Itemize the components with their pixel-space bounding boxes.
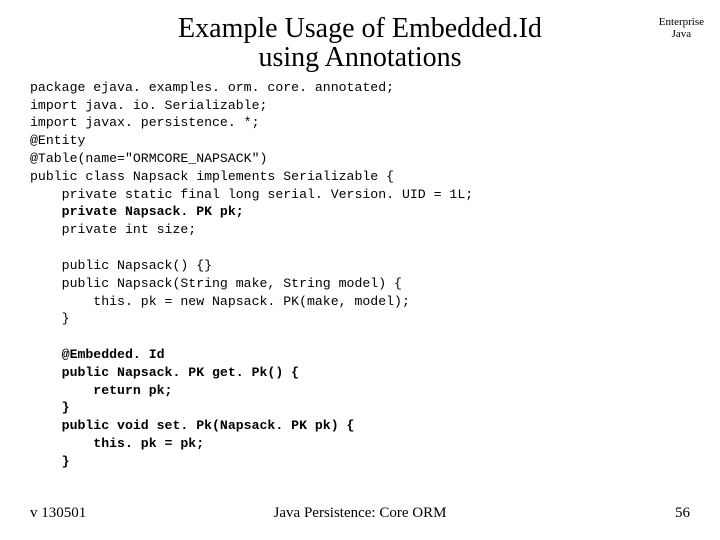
code-line: public Napsack(String make, String model… [30,276,402,291]
code-line: public Napsack() {} [30,258,212,273]
code-line: public Napsack. PK get. Pk() { [30,365,299,380]
code-line: import java. io. Serializable; [30,98,267,113]
page-title: Example Usage of Embedded.Id using Annot… [30,14,690,73]
code-line: this. pk = new Napsack. PK(make, model); [30,294,410,309]
code-line: private int size; [30,222,196,237]
code-line: public void set. Pk(Napsack. PK pk) { [30,418,354,433]
code-line: this. pk = pk; [30,436,204,451]
footer-version: v 130501 [30,505,86,522]
code-line: private Napsack. PK pk; [30,204,244,219]
title-line1: Example Usage of Embedded.Id [178,13,542,44]
code-line: import javax. persistence. *; [30,115,260,130]
code-line: package ejava. examples. orm. core. anno… [30,80,394,95]
page-number: 56 [675,505,690,522]
code-line: } [30,311,70,326]
code-block: package ejava. examples. orm. core. anno… [30,79,690,471]
code-line: private static final long serial. Versio… [30,187,473,202]
code-line: } [30,454,70,469]
header: Example Usage of Embedded.Id using Annot… [30,14,690,73]
code-line: @Table(name="ORMCORE_NAPSACK") [30,151,267,166]
title-line2: using Annotations [258,42,461,73]
footer-title: Java Persistence: Core ORM [30,505,690,522]
slide: Enterprise Java Example Usage of Embedde… [0,0,720,540]
footer: v 130501 Java Persistence: Core ORM 56 [30,505,690,522]
code-line: return pk; [30,383,172,398]
code-line: @Entity [30,133,85,148]
code-line: public class Napsack implements Serializ… [30,169,394,184]
code-line: @Embedded. Id [30,347,165,362]
code-line: } [30,400,70,415]
